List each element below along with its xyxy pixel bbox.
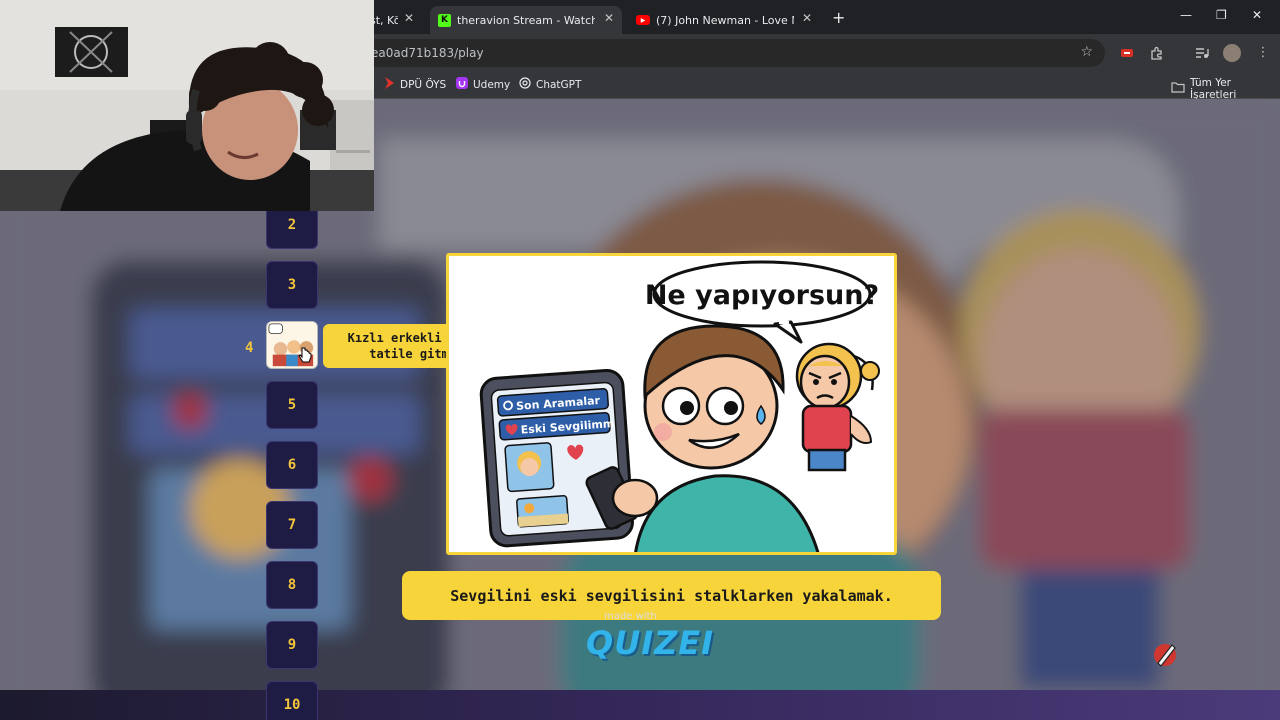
question-number-9[interactable]: 9 — [266, 621, 318, 669]
media-control-icon[interactable] — [1195, 46, 1209, 60]
folder-icon — [1171, 82, 1185, 96]
hovered-number-label: 4 — [245, 340, 254, 356]
hand-cursor-icon — [298, 347, 312, 363]
maximize-icon[interactable]: ❐ — [1216, 8, 1227, 22]
bookmark-label: DPÜ ÖYS — [400, 78, 447, 91]
question-number-8[interactable]: 8 — [266, 561, 318, 609]
tab-title: theravion Stream - Watch Live o — [457, 13, 595, 27]
tab-title: st, Kö — [370, 13, 398, 27]
quizei-logo[interactable]: QUIZEI — [586, 624, 714, 662]
question-number-6[interactable]: 6 — [266, 441, 318, 489]
bookmark-label: ChatGPT — [536, 78, 582, 91]
udemy-icon — [456, 77, 468, 92]
question-number-5[interactable]: 5 — [266, 381, 318, 429]
tab-koyeb[interactable]: st, Kö ✕ — [370, 6, 422, 34]
bookmark-star-icon[interactable]: ☆ — [1080, 44, 1093, 60]
tab-title: (7) John Newman - Love Me Ag — [656, 13, 794, 27]
extensions-puzzle-icon[interactable] — [1150, 46, 1164, 60]
close-icon[interactable]: ✕ — [404, 11, 414, 25]
kick-icon: K — [438, 13, 451, 27]
webcam-image — [0, 0, 374, 211]
new-tab-button[interactable]: + — [832, 8, 845, 27]
page-bottom-strip — [0, 690, 1280, 720]
tab-youtube[interactable]: ▶ (7) John Newman - Love Me Ag ✕ — [628, 6, 820, 34]
url-text: ea0ad71b183/play — [371, 46, 484, 60]
tab-kick-stream[interactable]: K theravion Stream - Watch Live o ✕ — [430, 6, 622, 34]
answer-text: Sevgilini eski sevgilisini stalklarken y… — [402, 571, 941, 620]
question-illustration: Ne yapıyorsun? Son Aramalar Eski Sevgili… — [449, 256, 894, 552]
close-icon[interactable]: ✕ — [604, 11, 614, 25]
all-bookmarks-folder[interactable]: Tüm Yer İşaretleri — [1171, 77, 1280, 101]
speech-bubble-text: Ne yapıyorsun? — [645, 280, 879, 311]
question-number-3[interactable]: 3 — [266, 261, 318, 309]
extension-record-icon[interactable] — [1120, 46, 1134, 60]
more-menu-icon[interactable]: ⋮ — [1256, 46, 1270, 60]
bookmark-chatgpt[interactable]: ChatGPT — [519, 77, 581, 92]
draw-pen-icon[interactable] — [1150, 639, 1180, 669]
bookmark-dpu-oys[interactable]: DPÜ ÖYS — [384, 77, 446, 92]
bookmark-label: Tüm Yer İşaretleri — [1190, 77, 1237, 101]
chatgpt-icon — [519, 77, 531, 92]
question-number-10[interactable]: 10 — [266, 681, 318, 720]
red-chevron-icon — [384, 77, 395, 92]
question-number-7[interactable]: 7 — [266, 501, 318, 549]
bookmark-label: Udemy — [473, 78, 511, 91]
window-close-icon[interactable]: ✕ — [1252, 8, 1262, 22]
close-icon[interactable]: ✕ — [802, 11, 812, 25]
question-image-card: Ne yapıyorsun? Son Aramalar Eski Sevgili… — [446, 253, 897, 555]
minimize-icon[interactable]: — — [1180, 8, 1192, 22]
webcam-overlay — [0, 0, 374, 211]
address-bar[interactable]: ea0ad71b183/play ☆ — [340, 39, 1105, 67]
bookmark-udemy[interactable]: Udemy — [456, 77, 510, 92]
youtube-icon: ▶ — [636, 15, 650, 25]
made-with-text: made with — [604, 611, 657, 622]
profile-avatar[interactable] — [1223, 44, 1241, 62]
